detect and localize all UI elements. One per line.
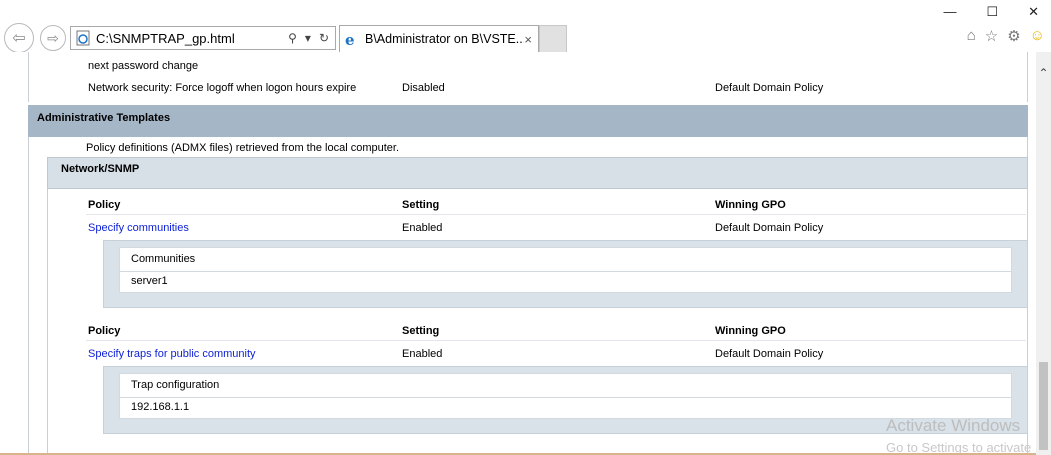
address-url[interactable]: C:\SNMPTRAP_gp.html [96, 31, 288, 46]
address-bar[interactable]: C:\SNMPTRAP_gp.html ⚲ ▾ ↻ [70, 26, 336, 50]
maximize-icon[interactable]: ☐ [986, 4, 998, 20]
column-header-gpo: Winning GPO [715, 325, 786, 337]
header-divider [86, 214, 1026, 215]
policy-setting: Enabled [402, 348, 443, 360]
favorites-icon[interactable]: ☆ [985, 27, 998, 45]
policy-name: Network security: Force logoff when logo… [88, 82, 357, 94]
forward-icon: ⇨ [47, 29, 59, 46]
trap-table: Trap configuration 192.168.1.1 [119, 373, 1012, 419]
vertical-scrollbar[interactable]: ⌃ [1036, 52, 1051, 455]
admin-templates-description: Policy definitions (ADMX files) retrieve… [86, 142, 400, 154]
column-header-gpo: Winning GPO [715, 199, 786, 211]
dropdown-icon[interactable]: ▾ [305, 31, 311, 45]
communities-detail-box: Communities server1 [103, 240, 1028, 308]
table-divider [120, 271, 1011, 272]
policy-gpo: Default Domain Policy [715, 222, 824, 234]
admin-templates-title: Administrative Templates [37, 112, 171, 124]
close-icon[interactable]: ✕ [1028, 4, 1039, 20]
forward-button[interactable]: ⇨ [40, 25, 66, 51]
policy-gpo: Default Domain Policy [715, 82, 824, 94]
trap-value: 192.168.1.1 [131, 401, 190, 413]
policy-setting: Disabled [402, 82, 445, 94]
new-tab-button[interactable] [539, 25, 567, 52]
column-header-policy: Policy [88, 199, 121, 211]
back-button[interactable]: ⇦ [4, 23, 34, 53]
column-header-setting: Setting [402, 325, 440, 337]
column-header-setting: Setting [402, 199, 440, 211]
policy-link-communities[interactable]: Specify communities [88, 222, 189, 234]
minimize-icon[interactable]: — [943, 4, 956, 20]
network-snmp-header[interactable]: Network/SNMP [47, 157, 1028, 189]
trap-header: Trap configuration [131, 379, 220, 391]
browser-tab[interactable]: e B\Administrator on B\VSTE... × [339, 25, 539, 52]
scroll-up-icon[interactable]: ⌃ [1036, 66, 1051, 81]
tab-close-icon[interactable]: × [524, 32, 538, 47]
smiley-icon[interactable]: ☺ [1030, 27, 1045, 45]
page-icon [76, 30, 90, 46]
search-icon[interactable]: ⚲ [288, 31, 297, 45]
tab-title: B\Administrator on B\VSTE... [365, 32, 525, 46]
svg-text:e: e [345, 31, 355, 47]
policy-setting: Enabled [402, 222, 443, 234]
table-divider [120, 397, 1011, 398]
communities-value: server1 [131, 275, 168, 287]
settings-icon[interactable]: ⚙ [1007, 27, 1020, 45]
policy-gpo: Default Domain Policy [715, 348, 824, 360]
back-icon: ⇦ [12, 30, 26, 47]
header-divider [86, 340, 1026, 341]
refresh-icon[interactable]: ↻ [319, 31, 329, 45]
policy-partial-text: next password change [88, 60, 199, 72]
policy-link-traps[interactable]: Specify traps for public community [88, 348, 256, 360]
home-icon[interactable]: ⌂ [967, 27, 976, 45]
network-snmp-title: Network/SNMP [61, 163, 140, 175]
admin-templates-header[interactable]: Administrative Templates [28, 105, 1028, 137]
communities-table: Communities server1 [119, 247, 1012, 293]
browser-chrome: ⇦ ⇨ C:\SNMPTRAP_gp.html ⚲ ▾ ↻ e B\Admini… [0, 0, 1051, 53]
page-content: next password change Network security: F… [0, 52, 1036, 455]
activation-watermark-title: Activate Windows [886, 416, 1021, 435]
column-header-policy: Policy [88, 325, 121, 337]
communities-header: Communities [131, 253, 196, 265]
scroll-thumb[interactable] [1039, 362, 1048, 450]
ie-icon: e [345, 31, 355, 47]
